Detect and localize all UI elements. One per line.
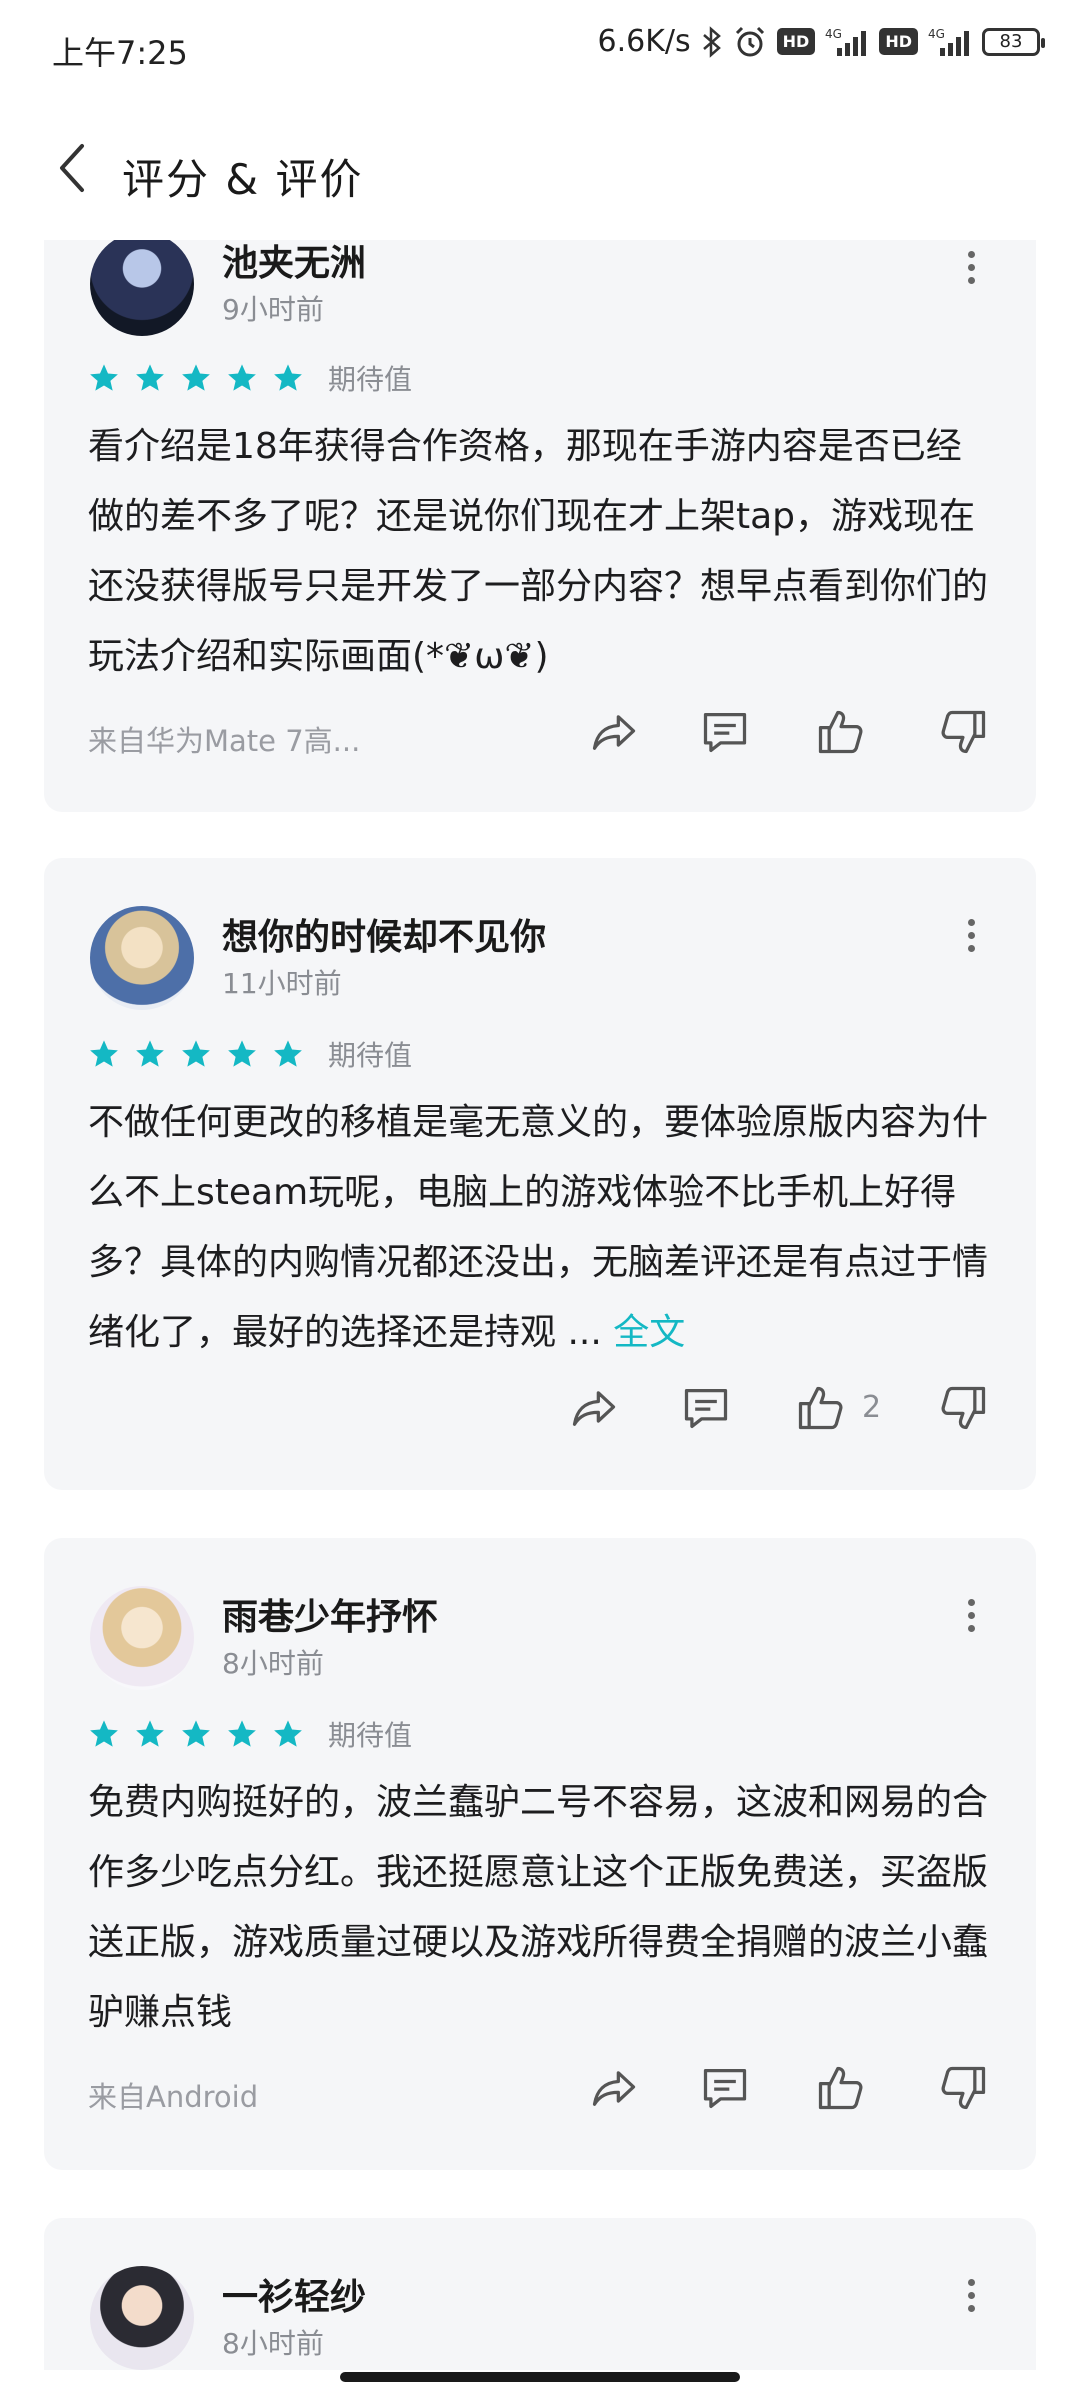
more-button[interactable] [956,1590,986,1640]
dislike-button[interactable] [934,702,994,762]
back-button[interactable] [52,138,112,208]
svg-text:4G: 4G [928,27,945,41]
star-icon [136,1040,164,1067]
signal-icon-2: 4G [928,26,972,58]
like-button[interactable] [790,1378,850,1438]
star-icon [228,364,256,391]
share-button[interactable] [584,2058,644,2118]
username[interactable]: 一衫轻纱 [222,2268,366,2320]
review-card: 雨巷少年抒怀 8小时前 期待值 免费内购挺好的，波兰蠢驴二号不容易，这波和网易的… [44,1538,1036,2170]
comment-button[interactable] [695,2058,755,2118]
more-icon [967,2278,975,2286]
status-icons: 6.6K/s HD 4G HD 4G 83 [597,24,1045,59]
star-icon [90,1040,118,1067]
dislike-button[interactable] [934,1378,994,1438]
battery-icon: 83 [982,27,1045,56]
comment-button[interactable] [676,1378,736,1438]
review-card: 想你的时候却不见你 11小时前 期待值 不做任何更改的移植是毫无意义的，要体验原… [44,858,1036,1490]
device-label: 来自华为Mate 7高... [88,724,361,758]
thumbs-up-icon [818,710,863,754]
review-card: 池夹无洲 9小时前 期待值 看介绍是18年获得合作资格，那现在手游内容是否已经做… [44,240,1036,812]
comment-icon [703,713,747,753]
review-text[interactable]: 不做任何更改的移植是毫无意义的，要体验原版内容为什么不上steam玩呢，电脑上的… [88,1088,988,1368]
review-text[interactable]: 看介绍是18年获得合作资格，那现在手游内容是否已经做的差不多了呢？还是说你们现在… [88,412,988,692]
like-button[interactable] [810,702,870,762]
more-icon [967,1598,975,1606]
username[interactable]: 雨巷少年抒怀 [222,1588,438,1640]
bluetooth-icon [701,25,723,58]
more-icon [967,250,975,258]
review-text-body: 不做任何更改的移植是毫无意义的，要体验原版内容为什么不上steam玩呢，电脑上的… [88,1102,989,1353]
share-button[interactable] [584,702,644,762]
star-icon [136,364,164,391]
alarm-icon [733,25,767,59]
review-card: 一衫轻纱 8小时前 [44,2218,1036,2370]
net-speed: 6.6K/s [597,24,691,59]
stars-label: 期待值 [328,1719,413,1752]
share-icon [592,2071,636,2106]
dislike-button[interactable] [934,2058,994,2118]
thumbs-down-icon [941,1386,986,1430]
review-time: 9小时前 [222,293,324,326]
battery-level: 83 [999,31,1023,52]
star-icon [274,1040,302,1067]
star-icon [274,364,302,391]
thumbs-up-icon [798,1386,843,1430]
status-bar: 上午7:25 6.6K/s HD 4G HD 4G 83 [0,0,1080,96]
star-icon [228,1040,256,1067]
star-rating: 期待值 [88,1034,412,1074]
review-text[interactable]: 免费内购挺好的，波兰蠢驴二号不容易，这波和网易的合作多少吃点分红。我还挺愿意让这… [88,1768,988,2048]
review-list[interactable]: 池夹无洲 9小时前 期待值 看介绍是18年获得合作资格，那现在手游内容是否已经做… [0,240,1080,2370]
star-icon [228,1720,256,1747]
comment-button[interactable] [695,702,755,762]
thumbs-down-icon [941,710,986,754]
fulltext-link[interactable]: 全文 [613,1312,685,1353]
star-rating: 期待值 [88,358,412,398]
star-icon [90,364,118,391]
share-button[interactable] [564,1378,624,1438]
more-button[interactable] [956,2270,986,2320]
comment-icon [703,2069,747,2109]
avatar[interactable] [90,1586,194,1690]
star-icon [182,364,210,391]
hd-badge: HD [776,28,816,55]
more-button[interactable] [956,242,986,292]
page-title: 评分 & 评价 [122,155,364,204]
star-icon [90,1720,118,1747]
device-label: 来自Android [88,2080,259,2114]
avatar[interactable] [90,906,194,1010]
more-button[interactable] [956,910,986,960]
share-icon [572,1391,616,1426]
like-button[interactable] [810,2058,870,2118]
like-count: 2 [862,1390,882,1425]
thumbs-down-icon [941,2066,986,2110]
share-icon [592,715,636,750]
avatar[interactable] [90,2266,194,2370]
thumbs-up-icon [818,2066,863,2110]
hd-badge-2: HD [879,28,918,55]
header: 评分 & 评价 [0,110,1080,240]
home-indicator[interactable] [340,2372,740,2382]
stars-label: 期待值 [328,1039,413,1072]
star-icon [136,1720,164,1747]
star-icon [182,1040,210,1067]
star-icon [182,1720,210,1747]
username[interactable]: 想你的时候却不见你 [222,908,546,960]
star-rating: 期待值 [88,1714,412,1754]
star-icon [274,1720,302,1747]
status-time: 上午7:25 [52,34,188,72]
review-time: 8小时前 [222,1647,324,1680]
username[interactable]: 池夹无洲 [222,240,366,286]
svg-text:4G: 4G [825,27,842,41]
more-icon [967,918,975,926]
avatar[interactable] [90,240,194,336]
comment-icon [684,1389,728,1429]
signal-icon: 4G [825,26,869,58]
stars-label: 期待值 [328,363,413,396]
review-time: 8小时前 [222,2327,324,2360]
review-time: 11小时前 [222,967,342,1000]
back-icon [60,144,84,192]
